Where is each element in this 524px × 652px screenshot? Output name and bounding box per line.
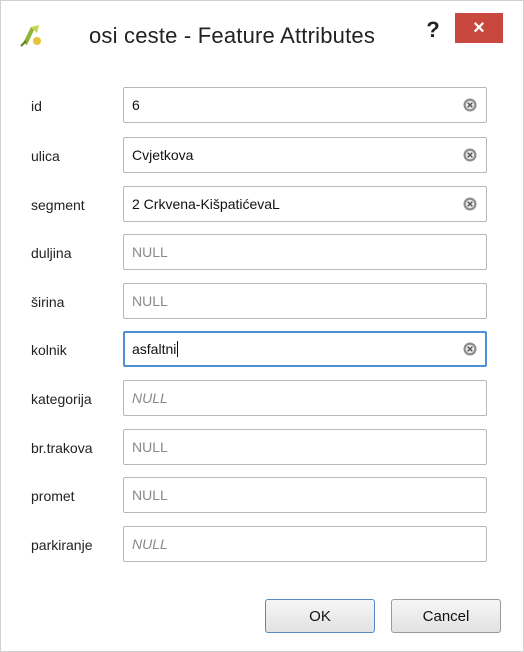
ok-button[interactable]: OK: [265, 599, 375, 633]
field-label: parkiranje: [31, 537, 93, 553]
field-value: asfaltni: [132, 341, 177, 357]
field-input-parkiranje[interactable]: NULL: [123, 526, 487, 562]
cancel-button[interactable]: Cancel: [391, 599, 501, 633]
field-row-kategorija: kategorija NULL: [21, 380, 505, 420]
field-input-duljina[interactable]: NULL: [123, 234, 487, 270]
field-value-null: NULL: [132, 244, 168, 260]
feature-attributes-dialog: osi ceste - Feature Attributes ? × id 6 …: [0, 0, 524, 652]
title-bar[interactable]: osi ceste - Feature Attributes ? ×: [1, 1, 523, 67]
field-value: 2 Crkvena-KišpatićevaL: [132, 196, 280, 212]
clear-icon[interactable]: [463, 148, 477, 162]
field-value-null: NULL: [132, 439, 168, 455]
field-value-null: NULL: [132, 390, 168, 406]
field-input-promet[interactable]: NULL: [123, 477, 487, 513]
field-label: duljina: [31, 245, 72, 261]
field-input-kategorija[interactable]: NULL: [123, 380, 487, 416]
attribute-form: id 6 ulica Cvjetkova segment 2 Crkvena-K…: [21, 69, 505, 562]
field-value-null: NULL: [132, 487, 168, 503]
field-value-wrap: asfaltni: [132, 341, 179, 357]
field-label: kategorija: [31, 391, 92, 407]
field-value-null: NULL: [132, 293, 168, 309]
clear-icon[interactable]: [463, 197, 477, 211]
field-label: promet: [31, 488, 75, 504]
field-row-promet: promet NULL: [21, 477, 505, 517]
field-row-duljina: duljina NULL: [21, 234, 505, 274]
field-input-id[interactable]: 6: [123, 87, 487, 123]
field-value: Cvjetkova: [132, 147, 194, 163]
field-label: ulica: [31, 148, 60, 164]
clear-icon[interactable]: [463, 342, 477, 356]
field-label: br.trakova: [31, 440, 93, 456]
field-input-br-trakova[interactable]: NULL: [123, 429, 487, 465]
field-input-segment[interactable]: 2 Crkvena-KišpatićevaL: [123, 186, 487, 222]
clear-icon[interactable]: [463, 98, 477, 112]
close-button[interactable]: ×: [455, 13, 503, 43]
field-value: 6: [132, 97, 140, 113]
field-row-parkiranje: parkiranje NULL: [21, 526, 505, 566]
field-input-kolnik[interactable]: asfaltni: [123, 331, 487, 367]
field-label: kolnik: [31, 342, 67, 358]
field-row-br-trakova: br.trakova NULL: [21, 429, 505, 469]
field-row-sirina: širina NULL: [21, 283, 505, 323]
field-label: širina: [31, 294, 65, 310]
field-input-ulica[interactable]: Cvjetkova: [123, 137, 487, 173]
help-button[interactable]: ?: [421, 15, 445, 45]
field-value-null: NULL: [132, 536, 168, 552]
field-label: id: [31, 98, 42, 114]
field-label: segment: [31, 197, 85, 213]
window-title: osi ceste - Feature Attributes: [89, 23, 376, 48]
field-row-id: id 6: [21, 87, 505, 127]
field-row-ulica: ulica Cvjetkova: [21, 137, 505, 177]
field-row-kolnik: kolnik asfaltni: [21, 331, 505, 371]
text-cursor: [177, 341, 179, 357]
qgis-logo-icon: [20, 25, 41, 47]
field-input-sirina[interactable]: NULL: [123, 283, 487, 319]
field-row-segment: segment 2 Crkvena-KišpatićevaL: [21, 186, 505, 226]
